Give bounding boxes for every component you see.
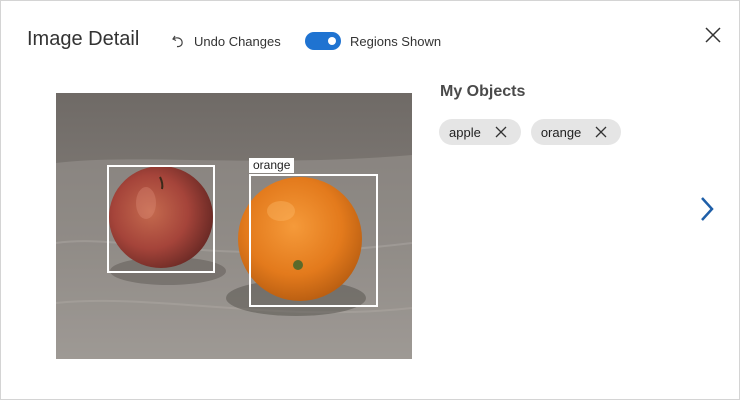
undo-changes-label: Undo Changes bbox=[194, 33, 281, 49]
undo-arrow-icon bbox=[172, 35, 183, 48]
close-icon bbox=[705, 27, 721, 43]
close-icon[interactable] bbox=[595, 126, 607, 138]
toggle-knob bbox=[328, 37, 336, 45]
regions-shown-label: Regions Shown bbox=[350, 33, 442, 49]
image-detail-dialog: Image Detail Undo Changes Regions Shown bbox=[0, 0, 740, 400]
close-button[interactable] bbox=[703, 25, 723, 45]
dialog-title: Image Detail bbox=[27, 28, 140, 50]
tag-label: orange bbox=[540, 124, 582, 140]
close-icon[interactable] bbox=[495, 126, 507, 138]
objects-heading: My Objects bbox=[440, 83, 526, 100]
image-preview[interactable]: orange bbox=[56, 93, 412, 359]
chevron-right-icon bbox=[701, 197, 714, 221]
tag-chip: apple bbox=[439, 119, 521, 145]
undo-changes-button[interactable]: Undo Changes bbox=[171, 32, 281, 50]
region-box[interactable] bbox=[107, 165, 215, 273]
region-label: orange bbox=[249, 158, 295, 173]
next-image-button[interactable] bbox=[697, 195, 717, 223]
tag-chip: orange bbox=[530, 119, 622, 145]
toggle-switch[interactable] bbox=[305, 32, 341, 50]
region-box[interactable] bbox=[249, 174, 378, 307]
object-tags: apple orange bbox=[439, 119, 631, 145]
tag-label: apple bbox=[449, 124, 481, 140]
regions-shown-toggle[interactable]: Regions Shown bbox=[305, 31, 441, 51]
